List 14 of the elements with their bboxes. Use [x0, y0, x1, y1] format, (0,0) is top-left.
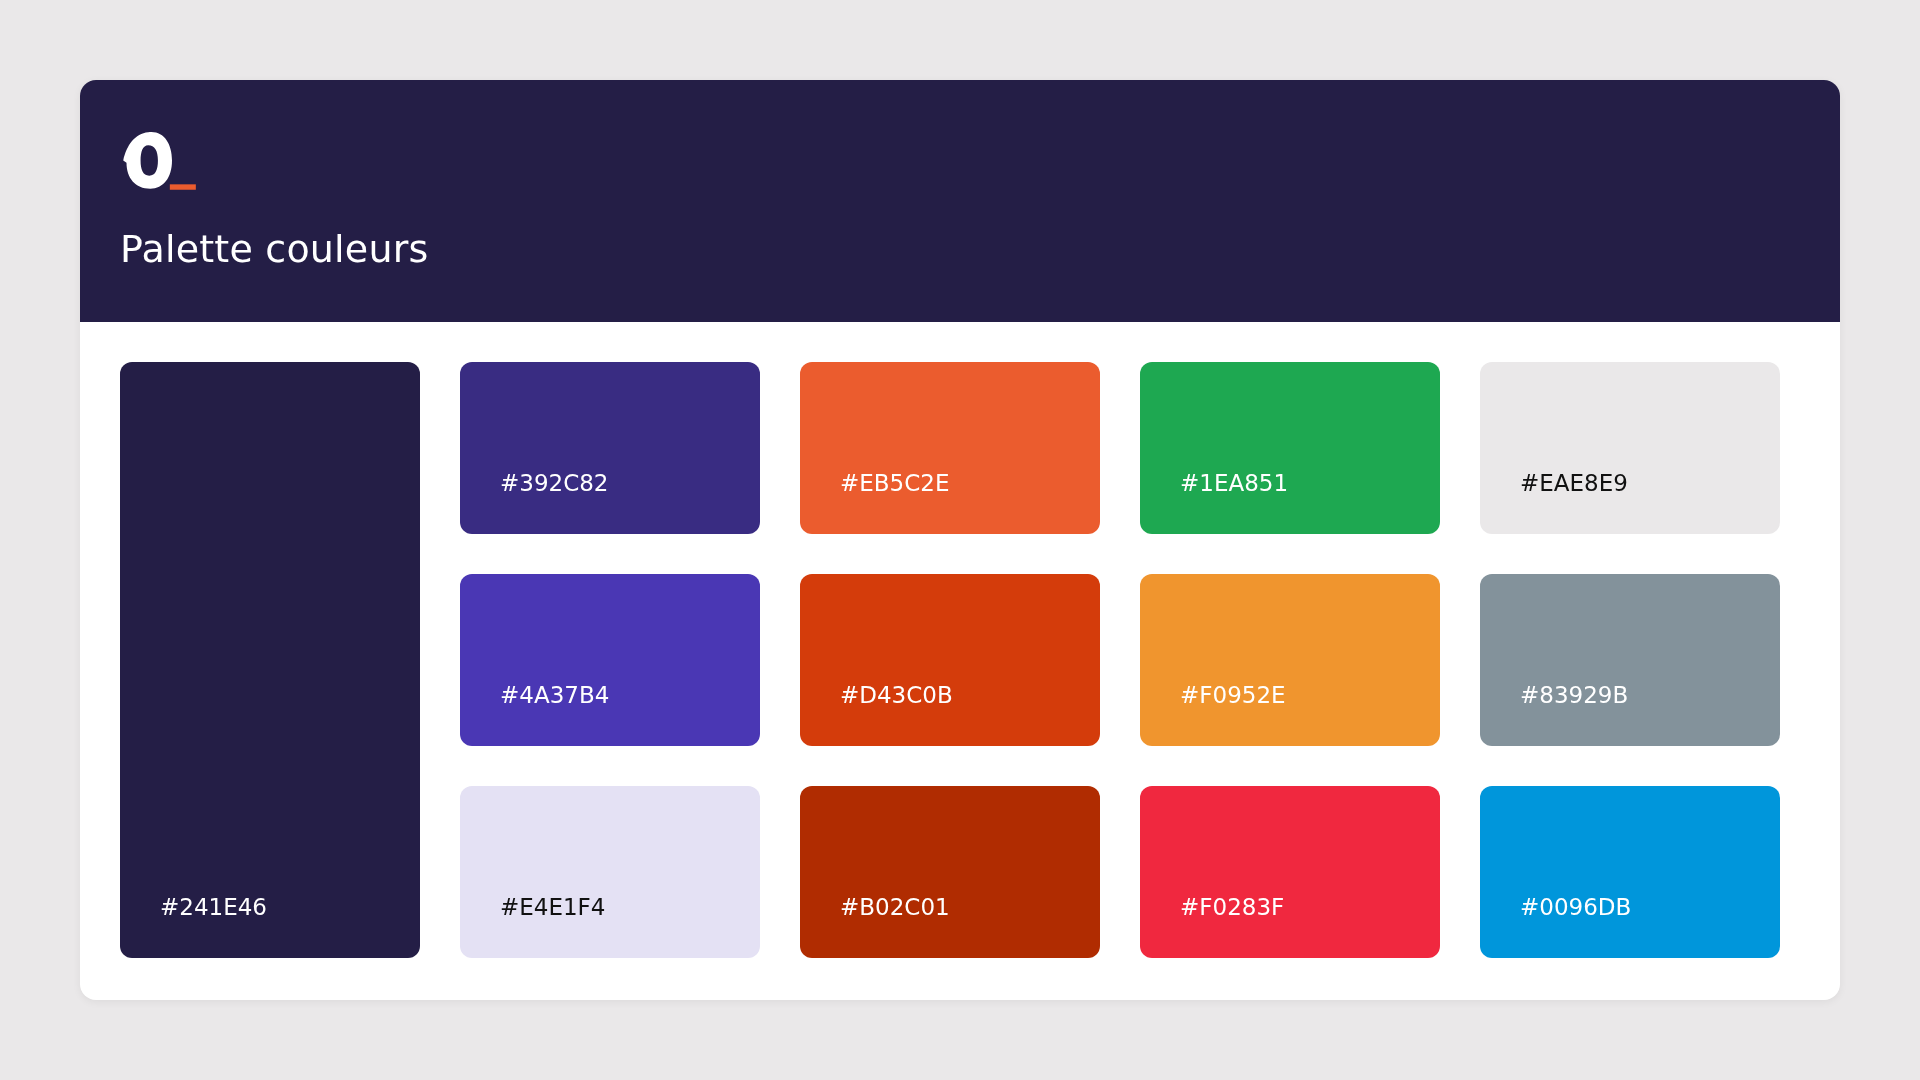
hex-code: #F0952E: [1180, 682, 1286, 708]
hex-code: #1EA851: [1180, 470, 1289, 496]
hex-code: #392C82: [500, 470, 609, 496]
hex-code: #EAE8E9: [1520, 470, 1628, 496]
hex-code: #E4E1F4: [500, 894, 606, 920]
hex-code: #D43C0B: [840, 682, 953, 708]
hex-code: #F0283F: [1180, 894, 1285, 920]
hex-code: #EB5C2E: [840, 470, 950, 496]
hex-code: #B02C01: [840, 894, 950, 920]
page-title: Palette couleurs: [120, 227, 430, 271]
hex-code: #0096DB: [1520, 894, 1632, 920]
hex-code: #4A37B4: [500, 682, 610, 708]
hex-code: #241E46: [160, 894, 267, 920]
hex-code: #83929B: [1520, 682, 1629, 708]
